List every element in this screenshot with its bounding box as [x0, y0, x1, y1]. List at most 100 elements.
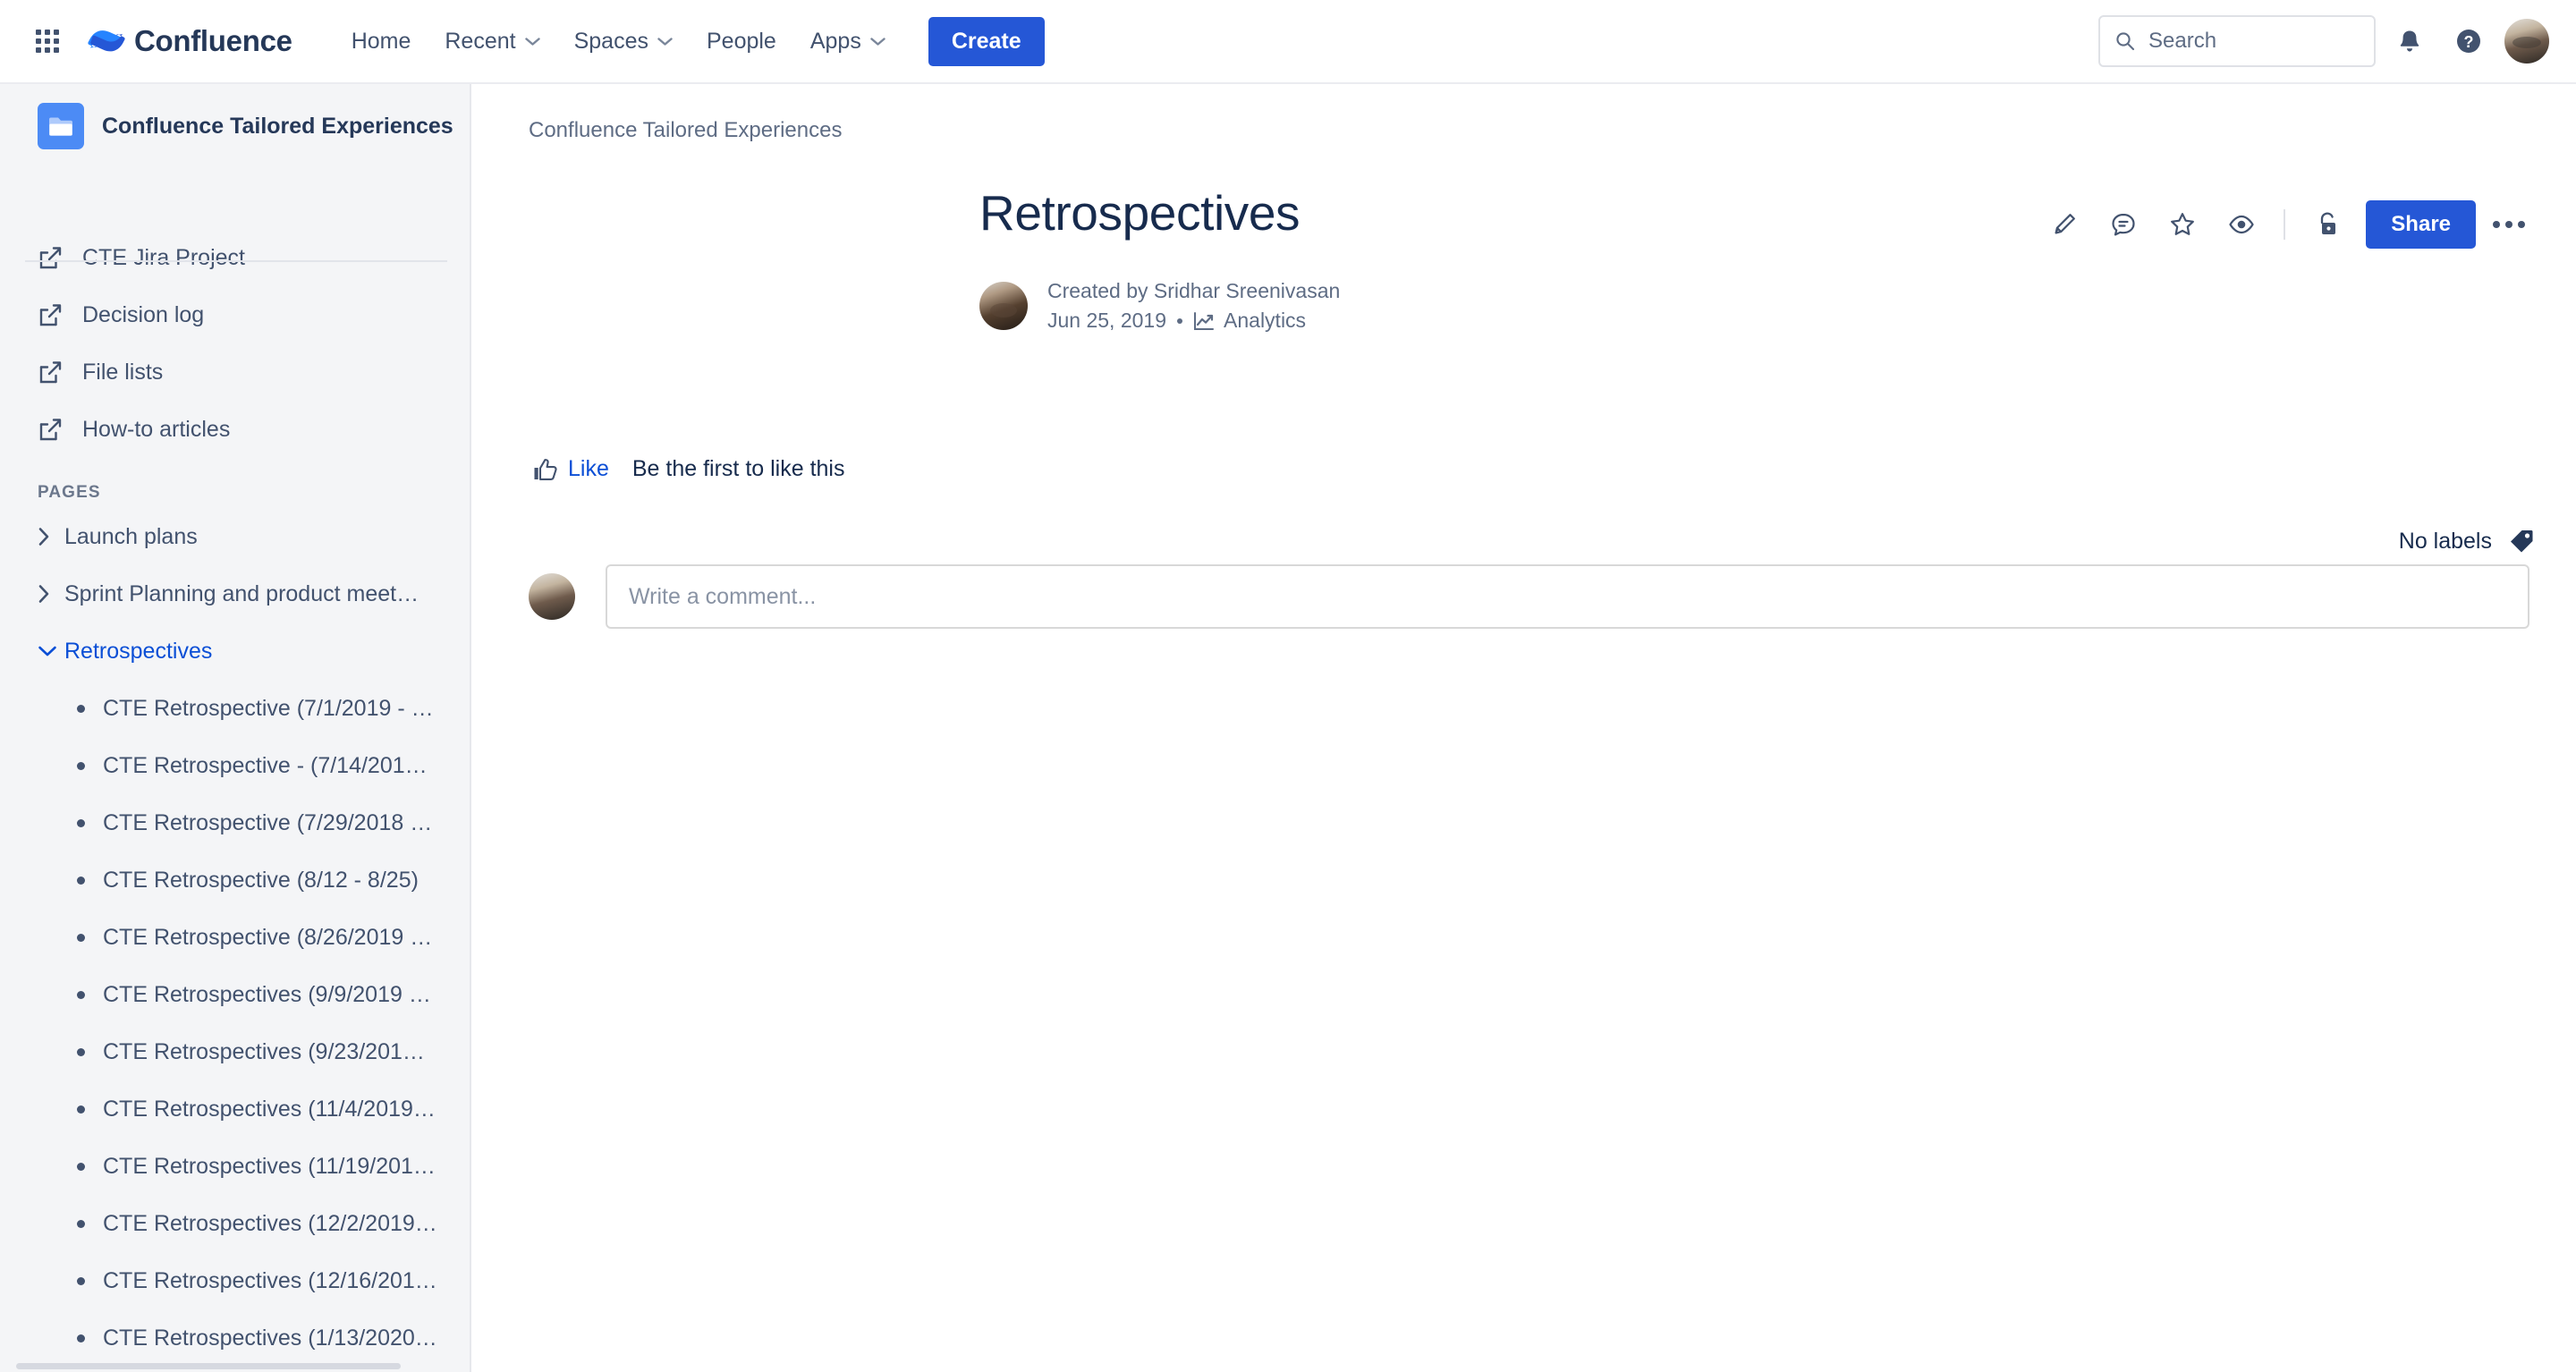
sidebar-page-retrospectives[interactable]: Retrospectives: [0, 622, 470, 680]
nav-item-apps[interactable]: Apps: [796, 19, 900, 64]
sidebar-page-launch-plans[interactable]: Launch plans: [0, 508, 470, 565]
sidebar-shortcut-decision-log[interactable]: Decision log: [0, 286, 470, 343]
nav-label: Recent: [445, 28, 516, 54]
watch-button[interactable]: [2216, 199, 2267, 250]
brand-name: Confluence: [134, 24, 292, 57]
list-item[interactable]: CTE Retrospectives (9/9/2019 …: [0, 966, 470, 1023]
watch-eye-icon: [2229, 215, 2254, 234]
page-actions-toolbar: Share: [2038, 199, 2535, 250]
nav-item-recent[interactable]: Recent: [430, 19, 554, 64]
star-button[interactable]: [2157, 199, 2208, 250]
like-row: Like Be the first to like this: [529, 451, 2576, 487]
list-item[interactable]: CTE Retrospective (8/12 - 8/25): [0, 851, 470, 909]
sidebar-scroll-content: CTE Jira Project Decision log File lists…: [0, 84, 470, 1372]
breadcrumb-space-link[interactable]: Confluence Tailored Experiences: [529, 118, 842, 143]
chevron-down-icon: [657, 37, 673, 46]
comment-input[interactable]: Write a comment...: [606, 564, 2529, 629]
list-item[interactable]: CTE Retrospectives (12/2/2019…: [0, 1195, 470, 1252]
tag-icon: [2511, 530, 2533, 553]
list-item[interactable]: CTE Retrospective - (7/14/201…: [0, 737, 470, 794]
chevron-right-icon[interactable]: [38, 527, 64, 546]
nav-label: People: [706, 28, 776, 54]
bullet-icon: [77, 1334, 85, 1342]
sidebar-shortcut-cte-jira-project[interactable]: CTE Jira Project: [0, 229, 470, 286]
list-item[interactable]: CTE Retrospective (8/26/2019 …: [0, 909, 470, 966]
edit-pencil-icon: [2055, 214, 2076, 234]
edit-button[interactable]: [2038, 199, 2090, 250]
external-link-icon: [38, 244, 72, 271]
list-item[interactable]: CTE Retrospectives (12/16/201…: [0, 1252, 470, 1309]
like-button[interactable]: Like: [529, 451, 613, 487]
sidebar-page-sprint-planning[interactable]: Sprint Planning and product meeti…: [0, 565, 470, 622]
sidebar-shortcut-label: File lists: [82, 359, 164, 385]
chevron-right-icon[interactable]: [38, 584, 64, 604]
bullet-icon: [77, 1047, 85, 1056]
bullet-icon: [77, 1219, 85, 1228]
sidebar-child-label: CTE Retrospectives (9/23/201…: [103, 1038, 425, 1064]
confluence-home-link[interactable]: Confluence: [88, 22, 292, 60]
more-actions-button[interactable]: [2483, 199, 2535, 250]
sidebar-shortcut-label: Decision log: [82, 301, 205, 327]
user-avatar-button[interactable]: [2503, 17, 2551, 65]
sidebar-child-label: CTE Retrospective (7/29/2018 …: [103, 809, 433, 835]
search-icon: [2116, 32, 2135, 51]
list-item[interactable]: CTE Retrospective (7/29/2018 …: [0, 794, 470, 851]
breadcrumb: Confluence Tailored Experiences: [473, 84, 2576, 142]
byline-meta-row: Jun 25, 2019 Analytics: [1047, 309, 1340, 333]
unlock-restrictions-icon: [2321, 212, 2336, 234]
nav-item-people[interactable]: People: [692, 19, 791, 64]
nav-label: Spaces: [573, 28, 648, 54]
sidebar-section-pages: PAGES: [38, 483, 101, 502]
bullet-icon: [77, 818, 85, 827]
comment-bubble-icon: [2112, 213, 2135, 236]
bullet-icon: [77, 933, 85, 942]
help-button[interactable]: ?: [2444, 16, 2494, 66]
sidebar-child-label: CTE Retrospectives (12/2/2019…: [103, 1210, 437, 1236]
nav-item-home[interactable]: Home: [337, 19, 426, 64]
sidebar-child-label: CTE Retrospectives (1/13/2020…: [103, 1325, 437, 1351]
byline-text-group: Created by Sridhar Sreenivasan Jun 25, 2…: [1047, 279, 1340, 333]
list-item[interactable]: CTE Retrospectives (11/4/2019…: [0, 1080, 470, 1138]
svg-text:?: ?: [2464, 33, 2474, 51]
bullet-icon: [77, 990, 85, 999]
star-icon: [2171, 213, 2195, 235]
comment-composer: Write a comment...: [529, 564, 2576, 629]
analytics-label: Analytics: [1224, 309, 1307, 332]
notifications-button[interactable]: [2385, 16, 2435, 66]
topnav-right-group: Search ?: [2098, 15, 2551, 67]
space-header[interactable]: Confluence Tailored Experiences: [0, 84, 470, 168]
search-input[interactable]: Search: [2098, 15, 2376, 67]
comment-button[interactable]: [2097, 199, 2149, 250]
toolbar-divider: [2284, 209, 2286, 240]
author-avatar[interactable]: [979, 282, 1028, 330]
sidebar-child-label: CTE Retrospectives (9/9/2019 …: [103, 981, 431, 1007]
grid-apps-icon: [36, 30, 59, 53]
sidebar-shortcut-how-to-articles[interactable]: How-to articles: [0, 401, 470, 458]
help-question-icon: ?: [2457, 30, 2480, 53]
list-item[interactable]: CTE Retrospectives (9/23/201…: [0, 1023, 470, 1080]
separator-dot: [1177, 318, 1183, 324]
bullet-icon: [77, 704, 85, 713]
restrictions-button[interactable]: [2301, 199, 2353, 250]
search-placeholder: Search: [2148, 29, 2217, 53]
page-byline: Created by Sridhar Sreenivasan Jun 25, 2…: [979, 279, 2576, 333]
app-switcher-button[interactable]: [27, 21, 68, 62]
analytics-link[interactable]: Analytics: [1193, 309, 1306, 333]
nav-item-spaces[interactable]: Spaces: [560, 19, 687, 64]
bullet-icon: [77, 1162, 85, 1171]
list-item[interactable]: CTE Retrospectives (11/19/201…: [0, 1138, 470, 1195]
sidebar-shortcut-file-lists[interactable]: File lists: [0, 343, 470, 401]
sidebar-child-label: CTE Retrospectives (11/4/2019…: [103, 1096, 436, 1122]
list-item[interactable]: CTE Retrospectives (1/13/2020…: [0, 1309, 470, 1367]
share-button[interactable]: Share: [2366, 200, 2476, 249]
confluence-logo-icon: [88, 30, 125, 52]
labels-row[interactable]: No labels: [2399, 528, 2535, 555]
sidebar-horizontal-scrollbar[interactable]: [0, 1359, 470, 1372]
chevron-down-icon: [524, 37, 540, 46]
list-item[interactable]: CTE Retrospective (7/1/2019 - …: [0, 680, 470, 737]
chevron-down-icon[interactable]: [38, 645, 64, 658]
page-content-area: Confluence Tailored Experiences Share Re…: [473, 84, 2576, 1372]
comment-placeholder: Write a comment...: [629, 583, 817, 609]
create-button[interactable]: Create: [928, 16, 1045, 66]
bullet-icon: [77, 1105, 85, 1114]
